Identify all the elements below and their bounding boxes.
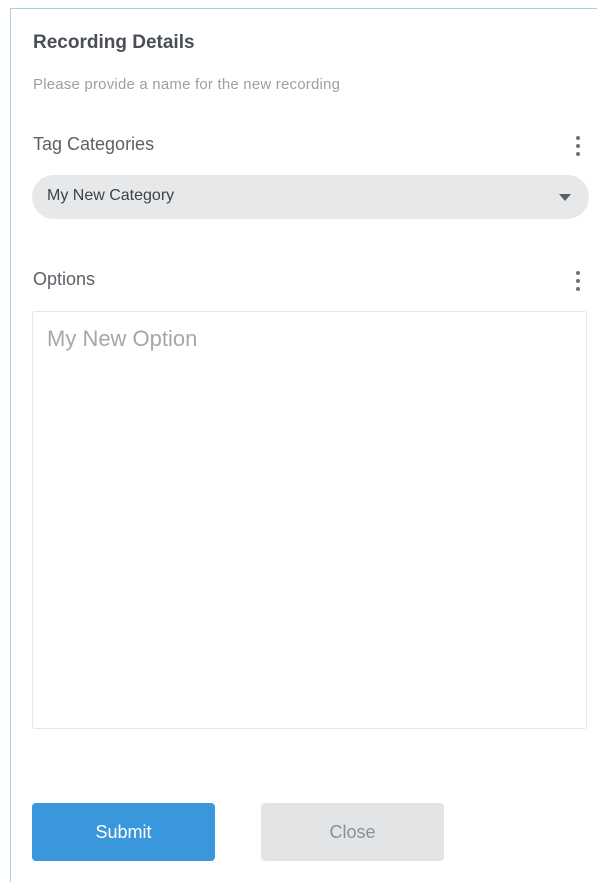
tag-categories-label: Tag Categories bbox=[33, 134, 155, 154]
tag-categories-menu-icon[interactable] bbox=[572, 134, 584, 158]
form-title: Recording Details bbox=[33, 32, 195, 53]
options-placeholder: My New Option bbox=[47, 326, 198, 351]
recording-details-panel: Recording Details Please provide a name … bbox=[10, 8, 597, 882]
form-subtitle: Please provide a name for the new record… bbox=[33, 76, 341, 93]
tag-category-select[interactable]: My New Category bbox=[32, 175, 589, 219]
options-menu-icon[interactable] bbox=[572, 269, 584, 293]
options-label: Options bbox=[33, 269, 96, 289]
chevron-down-icon bbox=[559, 194, 571, 201]
tag-category-selected-value: My New Category bbox=[47, 187, 175, 204]
submit-button[interactable]: Submit bbox=[32, 803, 215, 861]
options-textarea[interactable]: My New Option bbox=[32, 311, 587, 729]
close-button[interactable]: Close bbox=[261, 803, 444, 861]
